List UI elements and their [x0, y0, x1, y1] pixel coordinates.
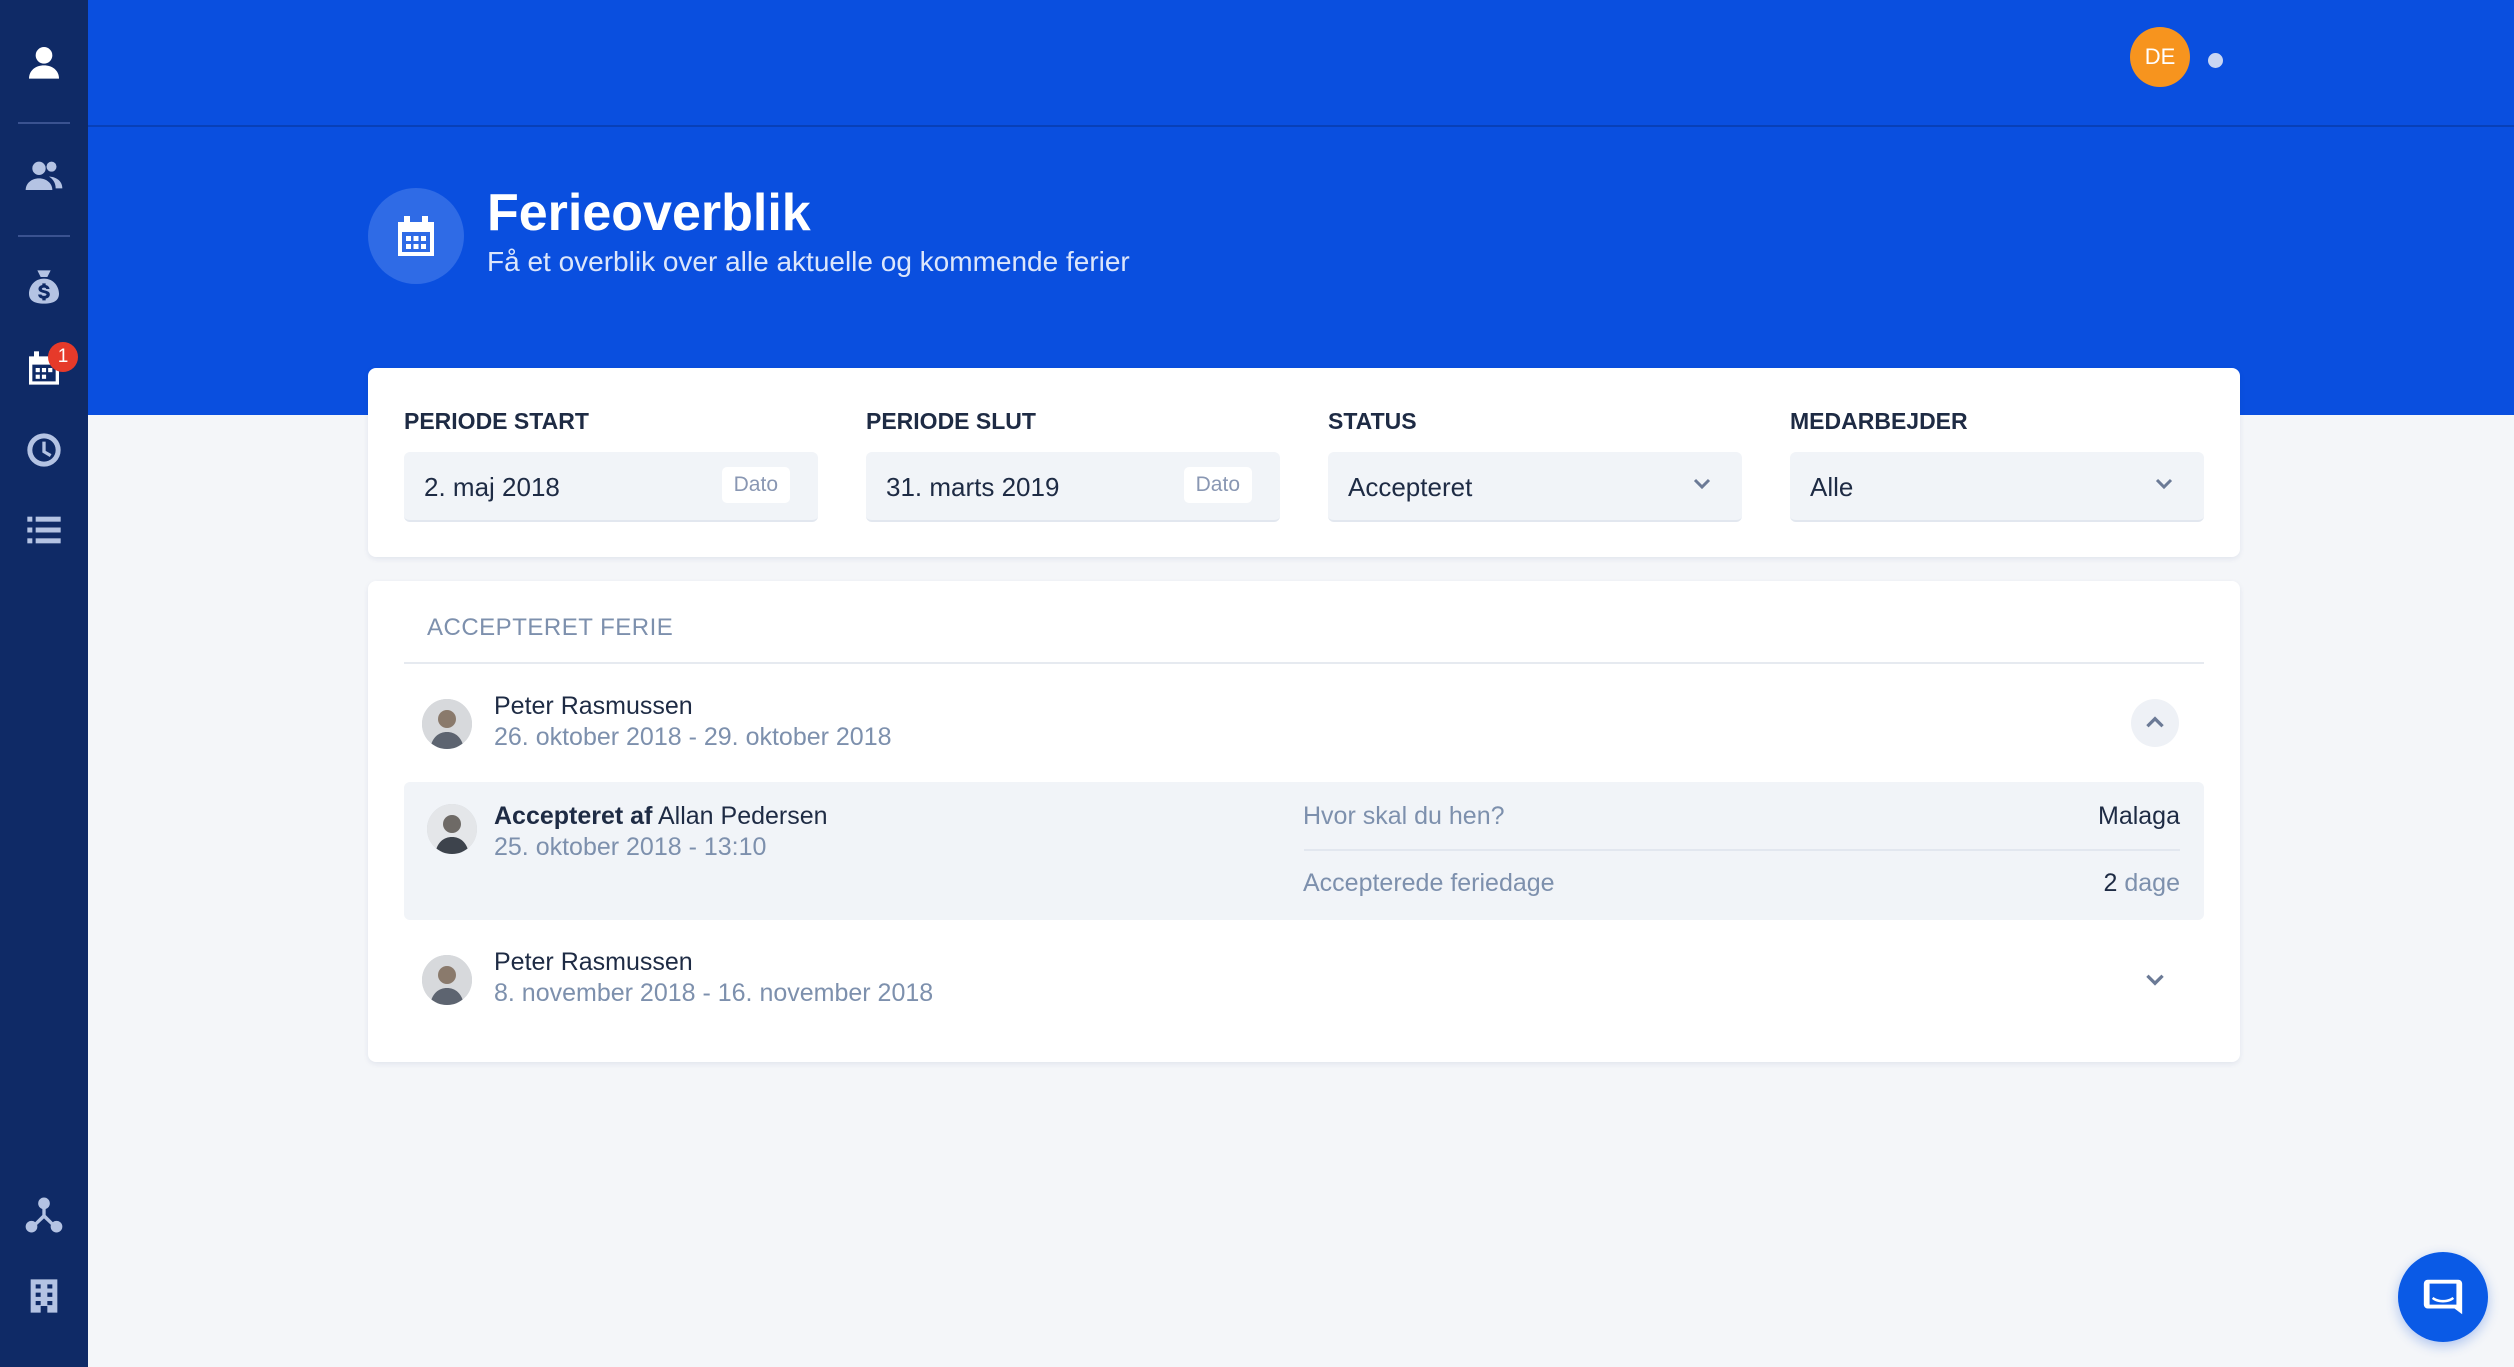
page-subtitle: Få et overblik over alle aktuelle og kom…: [487, 246, 1130, 277]
page-title-icon: [368, 188, 464, 284]
chat-launcher-button[interactable]: [2398, 1252, 2488, 1342]
destination-label: Hvor skal du hen?: [1303, 802, 1505, 830]
sidebar-divider: [18, 235, 70, 237]
employee-name[interactable]: Peter Rasmussen: [494, 692, 693, 721]
building-icon: [30, 1279, 58, 1313]
chevron-down-icon: [2152, 472, 2176, 496]
list-icon: [27, 516, 61, 544]
chevron-down-icon: [2146, 974, 2164, 986]
status-value: Accepteret: [1348, 472, 1473, 502]
user-icon: [29, 47, 59, 79]
avatar: [427, 804, 477, 854]
sidebar-item-list[interactable]: [0, 500, 88, 560]
users-icon: [25, 161, 63, 190]
money-bag-icon: [29, 270, 59, 304]
collapse-button[interactable]: [2131, 699, 2179, 747]
section-divider: [404, 662, 2204, 664]
user-avatar[interactable]: DE: [2130, 27, 2190, 87]
employee-name[interactable]: Peter Rasmussen: [494, 948, 693, 977]
sidebar-item-salary[interactable]: [0, 257, 88, 317]
vacation-list-card: ACCEPTERET FERIE Peter Rasmussen 26. okt…: [368, 581, 2240, 1062]
detail-divider: [1304, 849, 2180, 851]
accepted-timestamp: 25. oktober 2018 - 13:10: [494, 833, 767, 861]
approver-name: Allan Pedersen: [657, 802, 828, 830]
sidebar-item-time[interactable]: [0, 420, 88, 480]
days-unit: dage: [2124, 869, 2180, 897]
sidebar-item-vacation[interactable]: 1: [0, 338, 88, 398]
employee-value: Alle: [1810, 472, 1854, 502]
chat-icon: [2423, 1279, 2463, 1315]
filter-label: PERIODE SLUT: [866, 408, 1036, 434]
chevron-up-icon: [2146, 716, 2164, 728]
vacation-dates: 8. november 2018 - 16. november 2018: [494, 979, 934, 1007]
calendar-icon: [398, 216, 434, 256]
chevron-down-icon: [1690, 472, 1714, 496]
sidebar-item-employees[interactable]: [0, 145, 88, 205]
period-start-input[interactable]: 2. maj 2018 Dato: [404, 452, 818, 522]
accepted-days-value: 2 dage: [2104, 869, 2180, 898]
header-divider: [88, 125, 2514, 127]
clock-icon: [27, 433, 61, 467]
online-status-dot: [2208, 53, 2223, 68]
page-title: Ferieoverblik: [487, 184, 811, 242]
avatar: [422, 699, 472, 749]
period-start-value: 2. maj 2018: [424, 472, 560, 502]
sidebar-item-organization[interactable]: [0, 1185, 88, 1245]
date-picker-tag[interactable]: Dato: [1183, 467, 1252, 503]
org-chart-icon: [25, 1197, 63, 1233]
sidebar-item-profile[interactable]: [0, 32, 88, 92]
date-picker-tag[interactable]: Dato: [721, 467, 790, 503]
days-count: 2: [2103, 869, 2118, 897]
accepted-by: Accepteret af Allan Pedersen: [494, 802, 828, 831]
sidebar-item-company[interactable]: [0, 1266, 88, 1326]
filter-card: PERIODE START 2. maj 2018 Dato PERIODE S…: [368, 368, 2240, 557]
filter-label: MEDARBEJDER: [1790, 408, 1968, 434]
period-end-input[interactable]: 31. marts 2019 Dato: [866, 452, 1280, 522]
sidebar-divider: [18, 122, 70, 124]
vacation-detail-panel: Accepteret af Allan Pedersen 25. oktober…: [404, 782, 2204, 920]
expand-button[interactable]: [2131, 955, 2179, 1003]
notification-badge: 1: [48, 342, 78, 372]
period-end-value: 31. marts 2019: [886, 472, 1060, 502]
avatar: [422, 955, 472, 1005]
employee-select[interactable]: Alle: [1790, 452, 2204, 522]
accepted-prefix: Accepteret af: [494, 802, 653, 830]
vacation-dates: 26. oktober 2018 - 29. oktober 2018: [494, 723, 892, 751]
filter-label: STATUS: [1328, 408, 1417, 434]
section-title: ACCEPTERET FERIE: [427, 614, 674, 641]
sidebar: 1: [0, 0, 88, 1367]
accepted-days-label: Accepterede feriedage: [1303, 869, 1555, 897]
destination-value: Malaga: [2098, 802, 2180, 830]
status-select[interactable]: Accepteret: [1328, 452, 1742, 522]
filter-label: PERIODE START: [404, 408, 589, 434]
